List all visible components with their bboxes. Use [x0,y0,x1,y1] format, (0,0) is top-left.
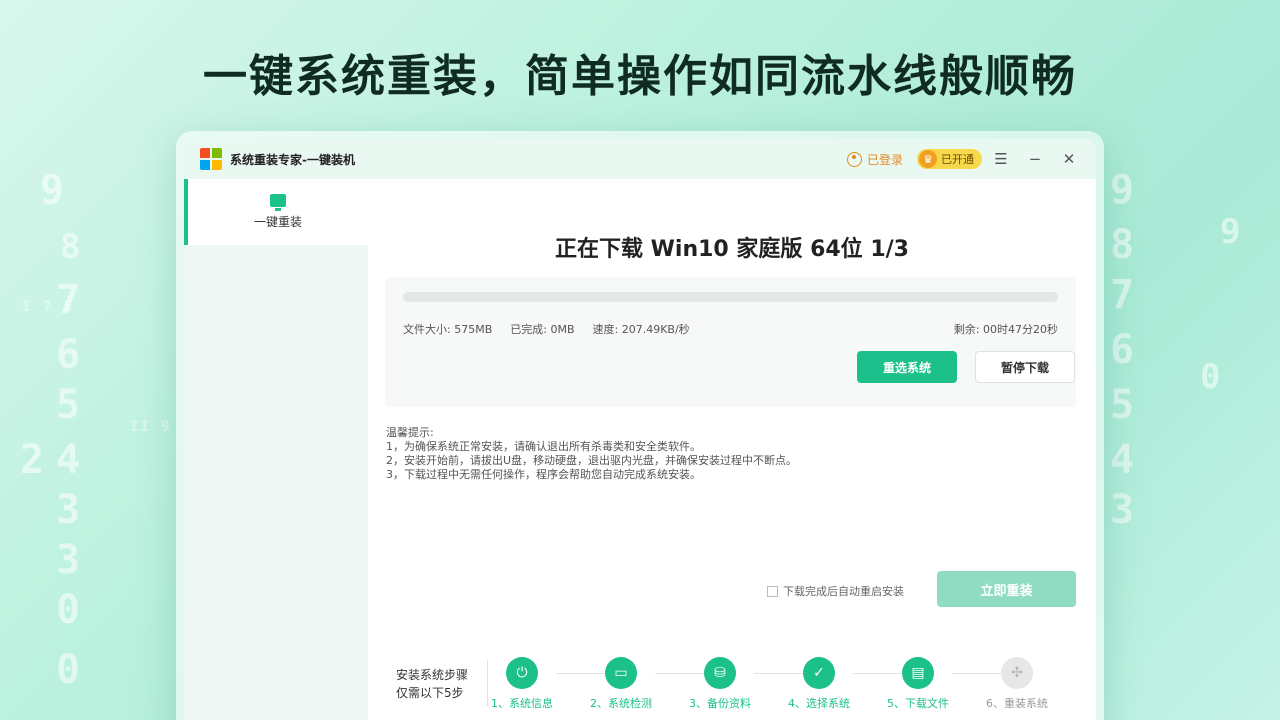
menu-icon[interactable]: ☰ [986,150,1016,168]
windows-icon: ✣ [1001,657,1033,689]
step-system-info: ⏻ 1、系统信息 [482,657,562,711]
monitor-icon: ▭ [605,657,637,689]
app-logo-icon [200,148,222,170]
minimize-icon[interactable]: − [1020,150,1050,168]
sidebar-item-one-click-reinstall[interactable]: 一键重装 [184,179,368,245]
background-decoration: 9 [1220,212,1241,252]
background-decoration: 9 [40,167,65,213]
step-choose-system: ✓ 4、选择系统 [779,657,859,711]
step-label: 3、备份资料 [689,697,751,710]
page-headline: 一键系统重装，简单操作如同流水线般顺畅 [203,51,1077,102]
power-icon: ⏻ [506,657,538,689]
step-system-check: ▭ 2、系统检测 [581,657,661,711]
step-label: 2、系统检测 [590,697,652,710]
background-decoration: 6 [56,332,81,378]
title-bar-actions: 已登录 ♛ 已开通 ☰ − ✕ [846,149,1084,169]
app-window: 系统重装专家-一键装机 已登录 ♛ 已开通 ☰ − ✕ 一键重装 正在下载 Wi… [176,131,1104,720]
background-decoration: 4 [56,437,81,483]
time-remaining: 剩余: 00时47分20秒 [953,323,1058,336]
file-size: 文件大小: 575MB [403,323,493,336]
background-decoration: I 7 5 [22,299,75,315]
file-icon: ▤ [902,657,934,689]
auto-restart-checkbox[interactable] [767,585,778,597]
download-speed: 速度: 207.49KB/秒 [592,323,690,336]
steps-header: 安装系统步骤 仅需以下5步 [396,666,468,702]
app-title: 系统重装专家-一键装机 [230,152,355,167]
tips-line: 2，安装开始前，请拔出U盘，移动硬盘，退出驱内光盘，并确保安装过程中不断点。 [386,454,798,467]
auto-restart-option[interactable]: 下载完成后自动重启安装 [767,583,904,599]
background-decoration: 5 [56,382,81,428]
background-decoration: 8 [1110,222,1135,268]
download-progress-bar [403,292,1058,302]
background-decoration: 8 [60,227,81,267]
step-reinstall-system: ✣ 6、重装系统 [977,657,1057,711]
download-panel: 文件大小: 575MB 已完成: 0MB 速度: 207.49KB/秒 剩余: … [385,277,1076,407]
step-label: 1、系统信息 [491,697,553,710]
download-title: 正在下载 Win10 家庭版 64位 1/3 [555,237,909,262]
background-decoration: 7 [1110,272,1135,318]
drive-icon: ⛁ [704,657,736,689]
completed-size: 已完成: 0MB [510,323,575,336]
tips-title: 温馨提示: [386,426,434,439]
sidebar: 一键重装 [184,179,368,720]
steps-header-line2: 仅需以下5步 [396,686,464,700]
background-decoration: 0 [1200,357,1221,397]
pause-download-button[interactable]: 暂停下载 [975,351,1075,383]
steps-header-line1: 安装系统步骤 [396,668,469,682]
auto-restart-label: 下载完成后自动重启安装 [783,585,904,598]
monitor-icon [270,194,286,211]
background-decoration: 3 [56,487,81,533]
shield-check-icon: ✓ [803,657,835,689]
tips-line: 3，下载过程中无需任何操作，程序会帮助您自动完成系统安装。 [386,468,701,481]
install-now-button[interactable]: 立即重装 [937,571,1076,607]
step-label: 4、选择系统 [788,697,850,710]
vip-badge[interactable]: ♛ 已开通 [917,149,982,169]
download-stats: 文件大小: 575MB 已完成: 0MB 速度: 207.49KB/秒 [403,321,708,337]
sidebar-item-label: 一键重装 [253,215,302,229]
app-window-body: 系统重装专家-一键装机 已登录 ♛ 已开通 ☰ − ✕ 一键重装 正在下载 Wi… [184,139,1096,720]
login-status[interactable]: 已登录 [846,151,903,168]
title-bar: 系统重装专家-一键装机 已登录 ♛ 已开通 ☰ − ✕ [184,139,1096,179]
vip-label: 已开通 [941,153,974,166]
user-icon [846,151,862,167]
step-download-files: ▤ 5、下载文件 [878,657,958,711]
step-backup: ⛁ 3、备份资料 [680,657,760,711]
step-label: 5、下载文件 [887,697,949,710]
login-label: 已登录 [866,152,903,167]
background-decoration: 3 [1110,487,1135,533]
step-label: 6、重装系统 [986,697,1048,710]
reselect-system-button[interactable]: 重选系统 [857,351,957,383]
crown-icon: ♛ [919,150,937,168]
close-icon[interactable]: ✕ [1054,150,1084,168]
background-decoration: 4 [1110,437,1135,483]
main-content: 正在下载 Win10 家庭版 64位 1/3 文件大小: 575MB 已完成: … [368,179,1096,720]
background-decoration: 3 [56,537,81,583]
background-decoration: 5 [1110,382,1135,428]
background-decoration: 2 [20,437,45,483]
background-decoration: 0 [56,647,81,693]
background-decoration: 0 [56,587,81,633]
tips-section: 温馨提示: 1，为确保系统正常安装，请确认退出所有杀毒类和安全类软件。 2，安装… [386,426,797,482]
background-decoration: 6 [1110,327,1135,373]
background-decoration: 9 [1110,167,1135,213]
tips-line: 1，为确保系统正常安装，请确认退出所有杀毒类和安全类软件。 [386,440,701,453]
